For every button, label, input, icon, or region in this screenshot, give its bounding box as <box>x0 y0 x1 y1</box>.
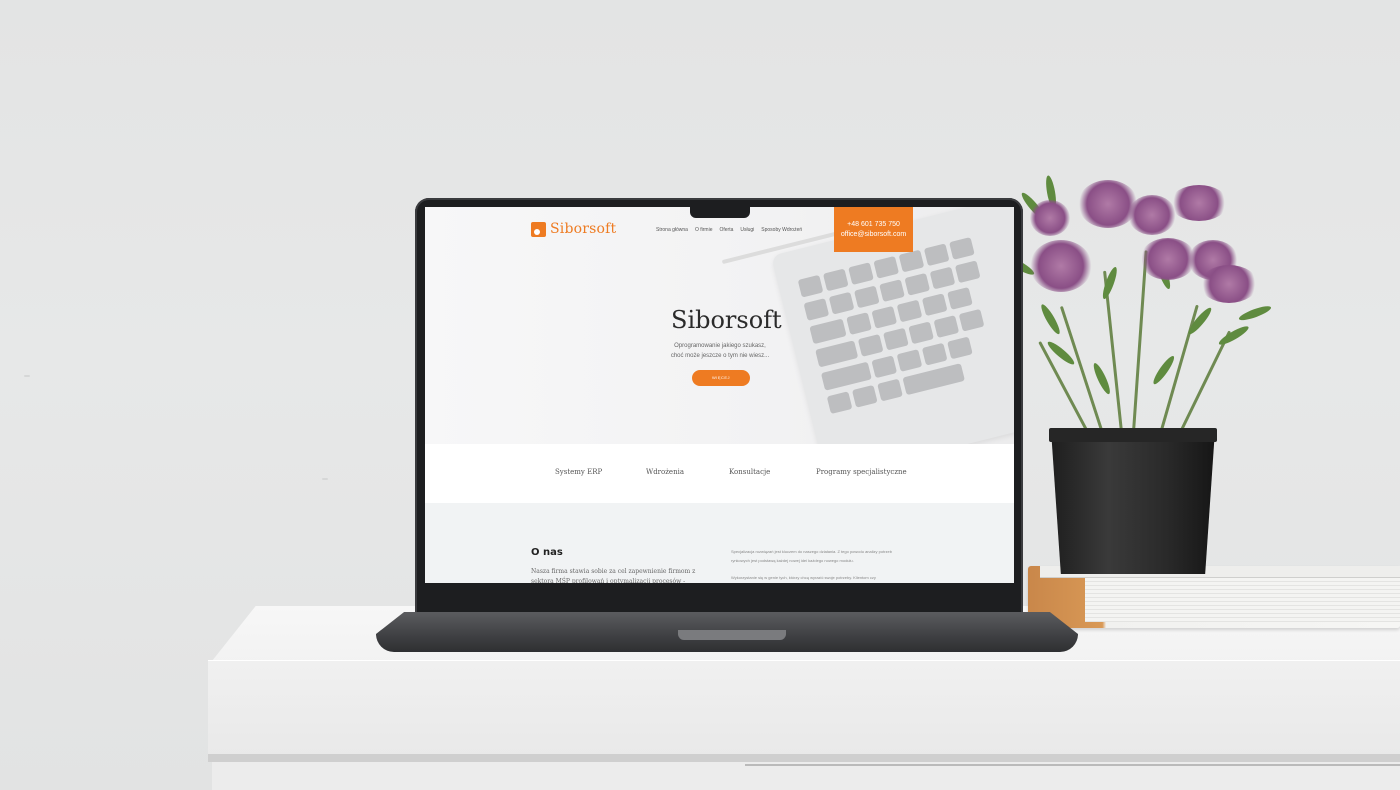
about-section: O nas Nasza firma stawia sobie za cel za… <box>425 503 1014 583</box>
about-paragraph: Specjalizacja rozwiązań jest kluczem do … <box>731 549 892 563</box>
desk-drawer <box>212 762 1400 790</box>
menu-item-about[interactable]: O firmie <box>695 227 713 233</box>
about-paragraph: Wykorzystanie się w genie tych, którzy c… <box>731 575 876 580</box>
menu-item-deployments[interactable]: Sposoby Wdrożeń <box>761 227 802 233</box>
desk-drawer-line <box>745 764 1400 766</box>
site-logo[interactable]: Siborsoft <box>531 221 616 237</box>
service-link-consulting[interactable]: Konsultacje <box>729 468 770 476</box>
more-button[interactable]: WIĘCEJ <box>692 370 750 386</box>
camera-notch <box>690 207 750 218</box>
contact-box: +48 601 735 750 office@siborsoft.com <box>834 207 913 252</box>
hero-title: Siborsoft <box>671 306 782 334</box>
menu-item-services[interactable]: Usługi <box>740 227 754 233</box>
plant-pot <box>1051 430 1215 574</box>
site-menu: Strona główna O firmie Oferta Usługi Spo… <box>656 227 802 233</box>
hero-subtitle-line: choć może jeszcze o tym nie wiesz... <box>670 353 770 359</box>
services-bar: Systemy ERP Wdrożenia Konsultacje Progra… <box>425 444 1014 503</box>
desk-groove <box>208 754 1400 762</box>
contact-email[interactable]: office@siborsoft.com <box>834 230 913 240</box>
logo-icon <box>531 221 546 237</box>
hero-subtitle: Oprogramowanie jakiego szukasz, choć moż… <box>665 341 775 361</box>
plant-pot-rim <box>1049 428 1217 442</box>
about-title: O nas <box>531 547 563 558</box>
hero-section: Siborsoft Strona główna O firmie Oferta … <box>425 207 1014 480</box>
wall-mark <box>24 375 30 377</box>
logo-text: Siborsoft <box>550 221 617 237</box>
hero-subtitle-line: Oprogramowanie jakiego szukasz, <box>674 343 766 349</box>
contact-phone[interactable]: +48 601 735 750 <box>834 220 913 230</box>
wall-mark <box>322 478 328 480</box>
about-side-text: Specjalizacja rozwiązań jest kluczem do … <box>731 547 911 582</box>
book-pages <box>1085 578 1400 622</box>
laptop-screen: Siborsoft Strona główna O firmie Oferta … <box>425 207 1014 583</box>
service-link-erp[interactable]: Systemy ERP <box>555 468 602 476</box>
laptop-opening-notch <box>678 630 786 640</box>
menu-item-home[interactable]: Strona główna <box>656 227 688 233</box>
service-link-deployments[interactable]: Wdrożenia <box>646 468 684 476</box>
desk-front <box>208 660 1400 756</box>
service-link-specialist[interactable]: Programy specjalistyczne <box>816 468 907 476</box>
about-text: Nasza firma stawia sobie za cel zapewnie… <box>531 568 696 583</box>
menu-item-offer[interactable]: Oferta <box>719 227 733 233</box>
